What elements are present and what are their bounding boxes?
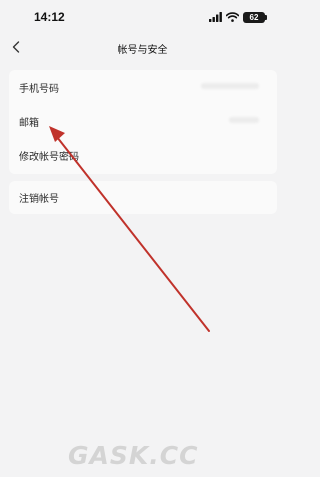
battery-level: 62 xyxy=(249,12,259,22)
email-row[interactable]: 邮箱 xyxy=(9,104,277,138)
phone-number-row[interactable]: 手机号码 xyxy=(9,70,277,104)
account-settings-card: 手机号码 邮箱 修改帐号密码 xyxy=(9,70,277,174)
status-time: 14:12 xyxy=(34,10,65,24)
change-password-label: 修改帐号密码 xyxy=(19,151,79,163)
signal-icon xyxy=(209,12,222,22)
phone-number-label: 手机号码 xyxy=(19,83,59,95)
battery-icon: 62 xyxy=(243,11,267,23)
account-deletion-card: 注销帐号 xyxy=(9,181,277,214)
email-label: 邮箱 xyxy=(19,117,39,129)
delete-account-label: 注销帐号 xyxy=(19,194,59,205)
watermark: GASK.CC xyxy=(68,441,199,470)
wifi-icon xyxy=(226,12,239,22)
phone-number-value-blurred xyxy=(201,83,259,89)
email-value-blurred xyxy=(229,117,259,123)
status-icons: 62 xyxy=(209,11,267,23)
nav-bar: 帐号与安全 xyxy=(0,30,285,64)
change-password-row[interactable]: 修改帐号密码 xyxy=(9,138,277,172)
delete-account-row[interactable]: 注销帐号 xyxy=(9,181,277,214)
page-title: 帐号与安全 xyxy=(117,45,168,56)
status-bar: 14:12 62 xyxy=(0,0,285,30)
account-security-screen: 14:12 62 帐号与安全 手机号码 邮箱 修改帐号密码 注销帐号 GASK.… xyxy=(0,0,285,477)
